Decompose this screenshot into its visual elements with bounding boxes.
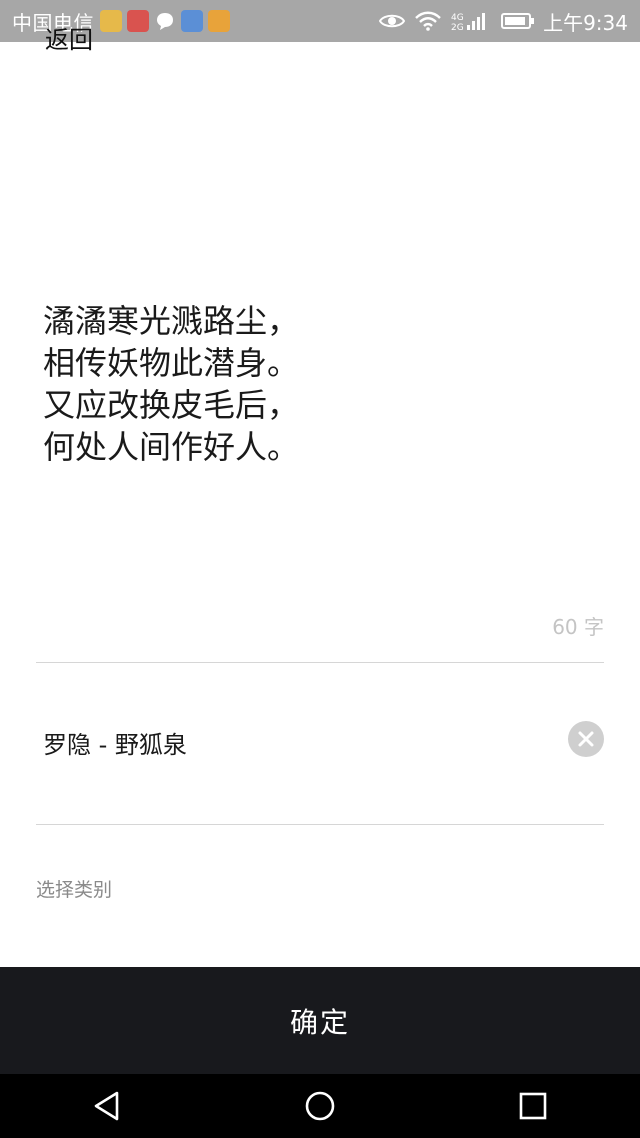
- battery-icon: [501, 13, 535, 29]
- svg-text:2G: 2G: [451, 23, 464, 31]
- confirm-button[interactable]: 确定: [0, 967, 640, 1074]
- nav-recent-button[interactable]: [503, 1081, 563, 1131]
- close-icon: [578, 731, 594, 747]
- battery-level-fill: [505, 17, 526, 25]
- weibo-notification-icon: [208, 10, 230, 32]
- cellular-signal-icon: 4G 2G: [451, 11, 489, 31]
- status-right: 4G 2G 上午9:34: [369, 7, 628, 36]
- back-button[interactable]: 返回: [45, 22, 93, 58]
- app-notification-icon: [100, 10, 122, 32]
- poem-line: 何处人间作好人。: [43, 428, 300, 466]
- poem-line: 潏潏寒光溅路尘，: [43, 302, 300, 340]
- eye-comfort-icon: [379, 12, 406, 30]
- poem-line: 相传妖物此潜身。: [43, 344, 300, 382]
- square-recent-icon: [520, 1092, 547, 1120]
- circle-home-icon: [305, 1091, 335, 1121]
- wifi-icon: [415, 11, 441, 31]
- poem-line: 又应改换皮毛后，: [43, 386, 300, 424]
- category-select[interactable]: 选择类别: [36, 875, 112, 902]
- map-notification-icon: [181, 10, 203, 32]
- clear-button[interactable]: [568, 721, 604, 757]
- system-nav-bar: [0, 1074, 640, 1138]
- triangle-back-icon: [94, 1091, 118, 1121]
- status-bar: 中国电信 4G 2G 上午9:34: [0, 0, 640, 42]
- char-count: 60 字: [552, 615, 604, 639]
- author-field[interactable]: 罗隐 - 野狐泉: [43, 725, 187, 765]
- divider: [36, 824, 604, 825]
- nav-back-button[interactable]: [77, 1081, 137, 1131]
- poem-text[interactable]: 潏潏寒光溅路尘， 相传妖物此潜身。 又应改换皮毛后， 何处人间作好人。: [43, 300, 603, 468]
- news-notification-icon: [127, 10, 149, 32]
- screen: 中国电信 4G 2G 上午9:34 返回 潏潏寒光溅路尘， 相传妖物此潜身。 又…: [0, 0, 640, 1138]
- status-time: 上午9:34: [543, 10, 628, 35]
- nav-home-button[interactable]: [290, 1081, 350, 1131]
- divider: [36, 662, 604, 663]
- svg-text:4G: 4G: [451, 13, 464, 23]
- message-notification-icon: [154, 10, 176, 32]
